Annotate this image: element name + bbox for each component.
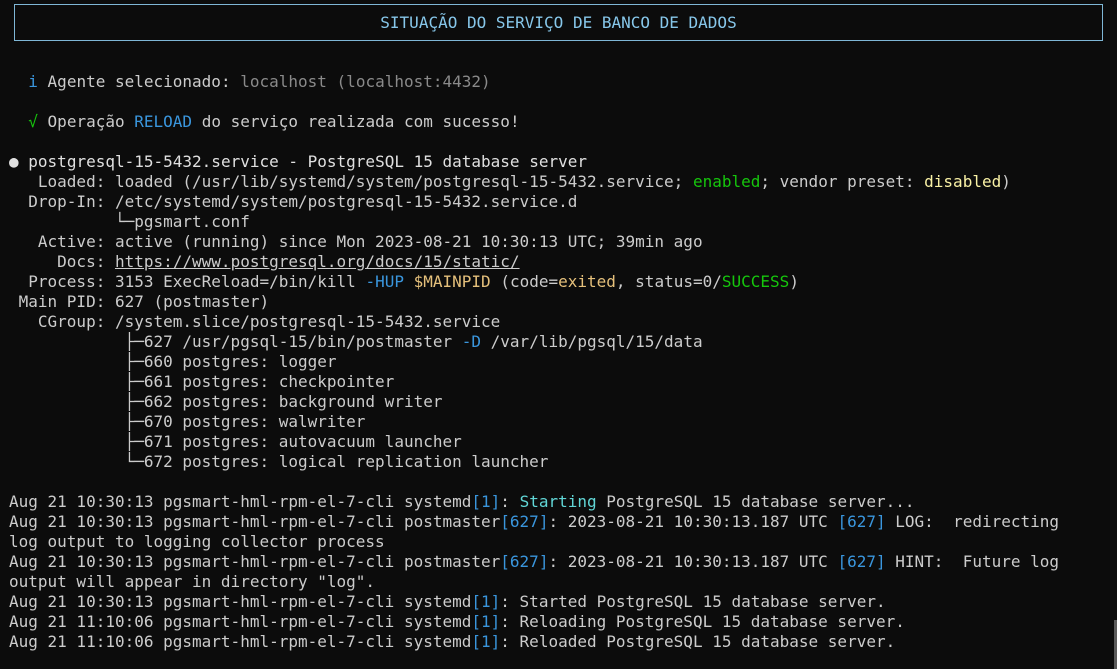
log-pid: [1] (471, 592, 501, 611)
loaded-line: Loaded: loaded (/usr/lib/systemd/system/… (9, 172, 1109, 192)
log-pid: [627] (837, 552, 886, 571)
mainpid-key: Main PID: (9, 292, 106, 311)
header-box: SITUAÇÃO DO SERVIÇO DE BANCO DE DADOS (14, 4, 1103, 41)
process-status-pre: , status=0/ (615, 272, 722, 291)
active-key: Active: (9, 232, 106, 251)
loaded-disabled: disabled (924, 172, 1002, 191)
cgroup-child: ├─670 postgres: walwriter (9, 412, 366, 431)
log-line: output will appear in directory "log". (9, 572, 376, 591)
process-var: $MAINPID (413, 272, 491, 291)
loaded-post: ) (1001, 172, 1011, 191)
docs-key: Docs: (9, 252, 106, 271)
process-line: Process: 3153 ExecReload=/bin/kill -HUP … (9, 272, 1109, 292)
cgroup-child: ├─627 /usr/pgsql-15/bin/postmaster -D /v… (9, 332, 1109, 352)
mainpid-line: Main PID: 627 (postmaster) (9, 292, 1109, 312)
mainpid-value: 627 (postmaster) (114, 292, 270, 311)
operation-pre: Operação (47, 112, 125, 131)
status-bullet-icon: ● (9, 152, 19, 171)
log-text: : 2023-08-21 10:30:13.187 UTC (548, 552, 828, 571)
dropin-key: Drop-In: (9, 192, 106, 211)
process-value: 3153 ExecReload=/bin/kill (114, 272, 356, 291)
dropin-line: Drop-In: /etc/systemd/system/postgresql-… (9, 192, 1109, 212)
agent-label: Agente selecionado: (47, 72, 231, 91)
log-colon: : (500, 492, 510, 511)
loaded-key: Loaded: (9, 172, 106, 191)
cgroup-child: ├─661 postgres: checkpointer (9, 372, 395, 391)
log-line: Aug 21 10:30:13 pgsmart-hml-rpm-el-7-cli… (9, 592, 1109, 612)
dropin-child: └─pgsmart.conf (9, 212, 250, 231)
cgroup-child: ├─660 postgres: logger (9, 352, 337, 371)
log-text: : 2023-08-21 10:30:13.187 UTC (548, 512, 828, 531)
loaded-value: loaded (/usr/lib/systemd/system/postgres… (114, 172, 684, 191)
process-code: exited (558, 272, 616, 291)
operation-post: do serviço realizada com sucesso! (201, 112, 520, 131)
log-text: : Reloading PostgreSQL 15 database serve… (500, 612, 905, 631)
operation-line: √ Operação RELOAD do serviço realizada c… (9, 112, 1109, 132)
process-post: ) (789, 272, 799, 291)
cgroup-first-post: /var/lib/pgsql/15/data (490, 332, 703, 351)
log-line: Aug 21 10:30:13 pgsmart-hml-rpm-el-7-cli… (9, 552, 1109, 572)
agent-line: i Agente selecionado: localhost (localho… (9, 72, 1109, 92)
log-prefix: Aug 21 10:30:13 pgsmart-hml-rpm-el-7-cli… (9, 512, 501, 531)
log-pid: [627] (500, 552, 549, 571)
dropin-child-line: └─pgsmart.conf (9, 212, 1109, 232)
log-text: HINT: Future log (895, 552, 1060, 571)
log-line: Aug 21 11:10:06 pgsmart-hml-rpm-el-7-cli… (9, 632, 1109, 652)
log-text: PostgreSQL 15 database server... (606, 492, 915, 511)
docs-link[interactable]: https://www.postgresql.org/docs/15/stati… (115, 252, 520, 271)
log-line: log output to logging collector process (9, 532, 385, 551)
log-text: : Started PostgreSQL 15 database server. (500, 592, 886, 611)
cgroup-child: ├─662 postgres: background writer (9, 392, 443, 411)
log-pid: [1] (471, 612, 501, 631)
process-code-pre: (code= (500, 272, 559, 291)
log-prefix: Aug 21 10:30:13 pgsmart-hml-rpm-el-7-cli… (9, 492, 472, 511)
info-icon: i (28, 72, 38, 91)
service-title-line: ● postgresql-15-5432.service - PostgreSQ… (9, 152, 1109, 172)
log-text: LOG: redirecting (895, 512, 1060, 531)
cgroup-first-flag: -D (461, 332, 482, 351)
log-line: Aug 21 10:30:13 pgsmart-hml-rpm-el-7-cli… (9, 512, 1109, 532)
process-key: Process: (9, 272, 106, 291)
terminal-output: i Agente selecionado: localhost (localho… (9, 72, 1109, 652)
operation-action: RELOAD (134, 112, 193, 131)
cgroup-child: └─672 postgres: logical replication laun… (9, 452, 549, 471)
log-pid: [1] (471, 492, 501, 511)
log-starting: Starting (519, 492, 597, 511)
agent-value: localhost (localhost:4432) (240, 72, 491, 91)
log-line: Aug 21 10:30:13 pgsmart-hml-rpm-el-7-cli… (9, 492, 1109, 512)
process-status: SUCCESS (721, 272, 790, 291)
cgroup-child: ├─671 postgres: autovacuum launcher (9, 432, 462, 451)
cgroup-value: /system.slice/postgresql-15-5432.service (114, 312, 501, 331)
log-prefix: Aug 21 10:30:13 pgsmart-hml-rpm-el-7-cli… (9, 552, 501, 571)
log-prefix: Aug 21 11:10:06 pgsmart-hml-rpm-el-7-cli… (9, 632, 472, 651)
log-pid: [627] (500, 512, 549, 531)
check-icon: √ (28, 112, 38, 131)
log-prefix: Aug 21 11:10:06 pgsmart-hml-rpm-el-7-cli… (9, 612, 472, 631)
log-line: Aug 21 11:10:06 pgsmart-hml-rpm-el-7-cli… (9, 612, 1109, 632)
loaded-enabled: enabled (692, 172, 761, 191)
active-line: Active: active (running) since Mon 2023-… (9, 232, 1109, 252)
cgroup-key: CGroup: (9, 312, 106, 331)
log-pid: [1] (471, 632, 501, 651)
page-title: SITUAÇÃO DO SERVIÇO DE BANCO DE DADOS (380, 13, 737, 32)
log-pid: [627] (837, 512, 886, 531)
docs-line: Docs: https://www.postgresql.org/docs/15… (9, 252, 1109, 272)
log-prefix: Aug 21 10:30:13 pgsmart-hml-rpm-el-7-cli… (9, 592, 472, 611)
log-text: : Reloaded PostgreSQL 15 database server… (500, 632, 896, 651)
process-flag: -HUP (365, 272, 404, 291)
cgroup-first-pre: ├─627 /usr/pgsql-15/bin/postmaster (9, 332, 453, 351)
service-title: postgresql-15-5432.service - PostgreSQL … (28, 152, 587, 171)
loaded-mid: ; vendor preset: (760, 172, 915, 191)
cgroup-line: CGroup: /system.slice/postgresql-15-5432… (9, 312, 1109, 332)
active-value: active (running) since Mon 2023-08-21 10… (114, 232, 703, 251)
dropin-value: /etc/systemd/system/postgresql-15-5432.s… (114, 192, 578, 211)
